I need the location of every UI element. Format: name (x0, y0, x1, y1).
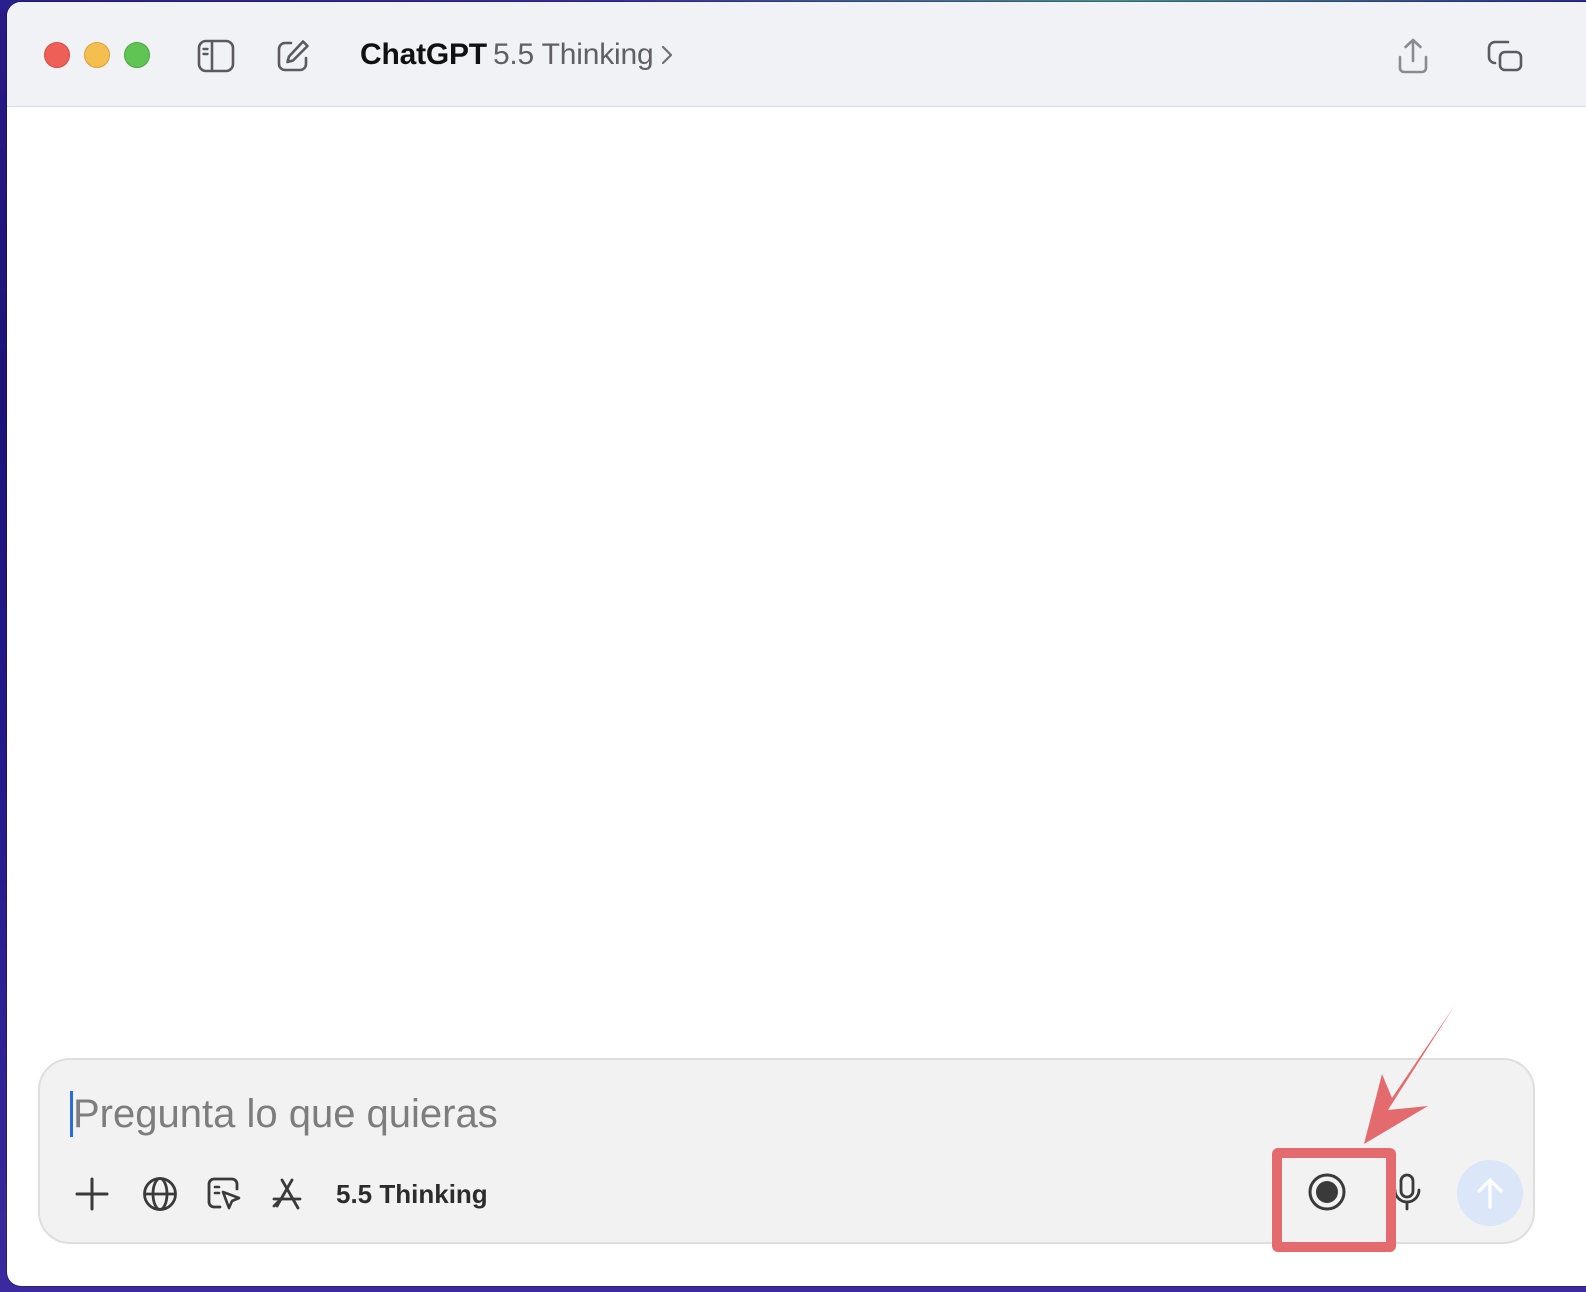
screen-select-icon (207, 1177, 241, 1210)
chatgpt-window: ChatGPT 5.5 Thinking Pregunta lo que qui… (7, 2, 1586, 1286)
share-button[interactable] (1393, 36, 1433, 76)
minimize-window-button[interactable] (84, 42, 110, 68)
model-name: 5.5 Thinking (492, 38, 654, 71)
dictation-button[interactable] (1385, 1170, 1429, 1214)
popout-window-button[interactable] (1485, 36, 1525, 76)
app-title: ChatGPT (360, 38, 487, 71)
prompt-placeholder: Pregunta lo que quieras (73, 1091, 498, 1136)
maximize-window-button[interactable] (124, 42, 150, 68)
model-picker-label: 5.5 Thinking (336, 1178, 488, 1209)
prompt-input[interactable]: Pregunta lo que quieras (70, 1088, 1370, 1140)
microphone-icon (1393, 1173, 1421, 1211)
sidebar-toggle-icon (197, 39, 235, 73)
web-search-button[interactable] (138, 1172, 182, 1216)
record-icon (1308, 1173, 1346, 1211)
screen-select-button[interactable] (202, 1172, 246, 1216)
plus-icon (75, 1177, 109, 1211)
sidebar-toggle-button[interactable] (196, 36, 236, 76)
share-icon (1398, 38, 1428, 74)
new-chat-icon (277, 40, 309, 72)
app-store-icon (272, 1178, 302, 1210)
message-composer: Pregunta lo que quieras 5.5 Thinking (38, 1058, 1535, 1244)
send-button[interactable] (1457, 1160, 1523, 1226)
model-selector[interactable]: ChatGPT 5.5 Thinking (360, 36, 673, 74)
title-bar: ChatGPT 5.5 Thinking (7, 2, 1586, 107)
record-button[interactable] (1303, 1170, 1351, 1214)
model-picker-button[interactable]: 5.5 Thinking (336, 1172, 496, 1216)
chevron-right-icon (661, 45, 673, 65)
send-arrow-icon (1477, 1178, 1503, 1209)
attach-button[interactable] (70, 1172, 114, 1216)
window-popout-icon (1487, 40, 1523, 72)
new-chat-button[interactable] (273, 36, 313, 76)
close-window-button[interactable] (44, 42, 70, 68)
apps-button[interactable] (266, 1172, 310, 1216)
globe-icon (143, 1177, 177, 1211)
conversation-area (7, 107, 1586, 1047)
